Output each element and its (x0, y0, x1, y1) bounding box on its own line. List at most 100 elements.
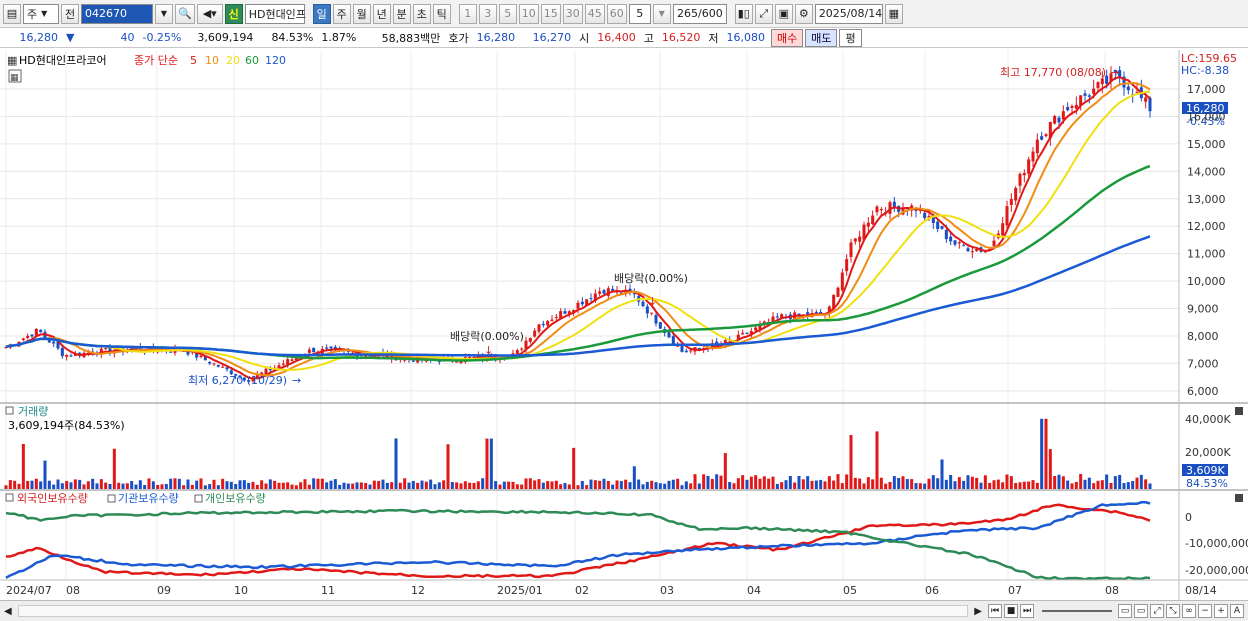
nav-last-icon[interactable]: ⏭ (1020, 604, 1034, 618)
interval-dropdown-icon[interactable]: ▼ (652, 3, 671, 24)
candle-toggle-icon[interactable]: ▮▯ (734, 3, 753, 24)
period-day[interactable]: 일 (312, 3, 331, 24)
interval-45[interactable]: 45 (584, 3, 605, 24)
calendar-icon[interactable]: ▦ (884, 3, 903, 24)
candle-body (1096, 82, 1100, 88)
market-select[interactable]: 주 ▼ (23, 3, 59, 24)
nav-stop-icon[interactable]: ■ (1004, 604, 1018, 618)
volume-bar (515, 484, 519, 489)
volume-bar (156, 484, 160, 489)
volume-bar (689, 483, 693, 489)
panel-marker-icon (5, 406, 14, 415)
scroll-left-icon[interactable]: ◀ (4, 606, 12, 617)
zoom-out-icon[interactable]: − (1198, 604, 1212, 618)
candle-body (169, 351, 173, 353)
expand-icon[interactable]: ⤢ (1150, 604, 1164, 618)
volume-bar (940, 459, 944, 489)
volume-bar (533, 480, 537, 489)
x-tick: 2025/01 (497, 584, 543, 597)
code-dropdown-icon[interactable]: ▼ (155, 3, 173, 24)
interval-3[interactable]: 3 (478, 3, 497, 24)
volume-bar (476, 481, 480, 489)
search-icon[interactable]: 🔍 (175, 3, 195, 24)
nav-first-icon[interactable]: ⏮ (988, 604, 1002, 618)
link-icon[interactable]: ∞ (1182, 604, 1196, 618)
candle-body (650, 312, 654, 314)
ma-5-label[interactable]: 5 (190, 54, 197, 67)
ma-10-label[interactable]: 10 (205, 54, 219, 67)
period-month[interactable]: 월 (352, 3, 371, 24)
period-minute[interactable]: 분 (392, 3, 411, 24)
speaker-icon[interactable]: ◀▾ (196, 3, 223, 24)
price-tick: 8,000 (1187, 330, 1219, 343)
stock-code-input[interactable]: 042670 (81, 3, 153, 24)
period-second[interactable]: 초 (412, 3, 431, 24)
x-tick: 09 (157, 584, 171, 597)
candle-body (455, 361, 459, 363)
candle-body (923, 212, 927, 219)
volume-bar (632, 466, 636, 489)
volume-bar (559, 484, 563, 489)
dividend-annotation-1: 배당락(0.00%) (450, 330, 524, 343)
window-icon[interactable]: ▭ (1118, 604, 1132, 618)
font-size-icon[interactable]: A (1230, 604, 1244, 618)
volume-bar (121, 483, 125, 489)
interval-10[interactable]: 10 (518, 3, 539, 24)
interval-5[interactable]: 5 (498, 3, 517, 24)
shrink-icon[interactable]: ⤡ (1166, 604, 1180, 618)
volume-bar (138, 480, 142, 489)
interval-30[interactable]: 30 (562, 3, 583, 24)
foreign-holding-legend[interactable]: 외국인보유수량 (17, 492, 88, 505)
interval-input[interactable]: 5 (628, 3, 651, 24)
volume-bar (970, 476, 974, 489)
shin-badge[interactable]: 신 (224, 3, 243, 24)
price-legend-series[interactable]: 종가 단순 (134, 54, 178, 67)
zoom-slider[interactable] (1042, 610, 1112, 612)
candle-body (875, 206, 879, 213)
period-year[interactable]: 년 (372, 3, 391, 24)
count-input[interactable]: 265/600 (672, 3, 727, 24)
chart-menu-icon[interactable]: ▤ (3, 3, 21, 24)
sell-button[interactable]: 매도 (805, 28, 838, 47)
institution-holding-legend[interactable]: 기관보유수량 (118, 492, 179, 505)
volume-bar (710, 478, 714, 489)
x-tick: 2024/07 (6, 584, 52, 597)
volume-bar (21, 443, 25, 489)
interval-1[interactable]: 1 (458, 3, 477, 24)
chart-area[interactable]: ▦ HD현대인프라코어 종가 단순 5 10 20 60 120 ▦ LC:15… (0, 50, 1248, 600)
volume-bar (784, 480, 788, 489)
draw-tool-icon[interactable]: ⤢ (754, 3, 773, 24)
save-icon[interactable]: ▣ (774, 3, 793, 24)
high-annotation: 최고 17,770 (08/08) (1000, 66, 1106, 79)
volume-bar (125, 483, 129, 489)
buy-button[interactable]: 매수 (770, 28, 804, 47)
close-panel-icon[interactable] (1235, 494, 1243, 502)
individual-holding-legend[interactable]: 개인보유수량 (205, 492, 266, 505)
period-week[interactable]: 주 (332, 3, 351, 24)
scroll-track[interactable] (17, 605, 969, 617)
gear-icon[interactable]: ⚙ (794, 3, 813, 24)
ma-120-label[interactable]: 120 (265, 54, 286, 67)
prev-button[interactable]: 전 (61, 3, 79, 24)
interval-15[interactable]: 15 (540, 3, 561, 24)
date-input[interactable]: 2025/08/14 (814, 3, 883, 24)
window-split-icon[interactable]: ▭ (1134, 604, 1148, 618)
avg-button[interactable]: 평 (839, 28, 862, 47)
volume-bar (1014, 482, 1018, 489)
period-tick[interactable]: 틱 (432, 3, 451, 24)
candle-body (1100, 78, 1104, 85)
volume-title[interactable]: 거래량 (18, 405, 48, 418)
ma-60-label[interactable]: 60 (245, 54, 259, 67)
candle-body (212, 363, 216, 365)
candle-body (641, 301, 645, 307)
bottom-scrollbar[interactable]: ◀ ▶ ⏮ ■ ⏭ ▭ ▭ ⤢ ⤡ ∞ − + A (0, 600, 1248, 621)
interval-60[interactable]: 60 (606, 3, 627, 24)
zoom-in-icon[interactable]: + (1214, 604, 1228, 618)
ma-20-label[interactable]: 20 (226, 54, 240, 67)
price-legend-name[interactable]: HD현대인프라코어 (19, 54, 107, 67)
volume-bar (1126, 482, 1130, 489)
scroll-right-icon[interactable]: ▶ (974, 606, 982, 617)
close-panel-icon[interactable] (1235, 407, 1243, 415)
volume-bar (1096, 480, 1100, 489)
candle-body (962, 245, 966, 247)
